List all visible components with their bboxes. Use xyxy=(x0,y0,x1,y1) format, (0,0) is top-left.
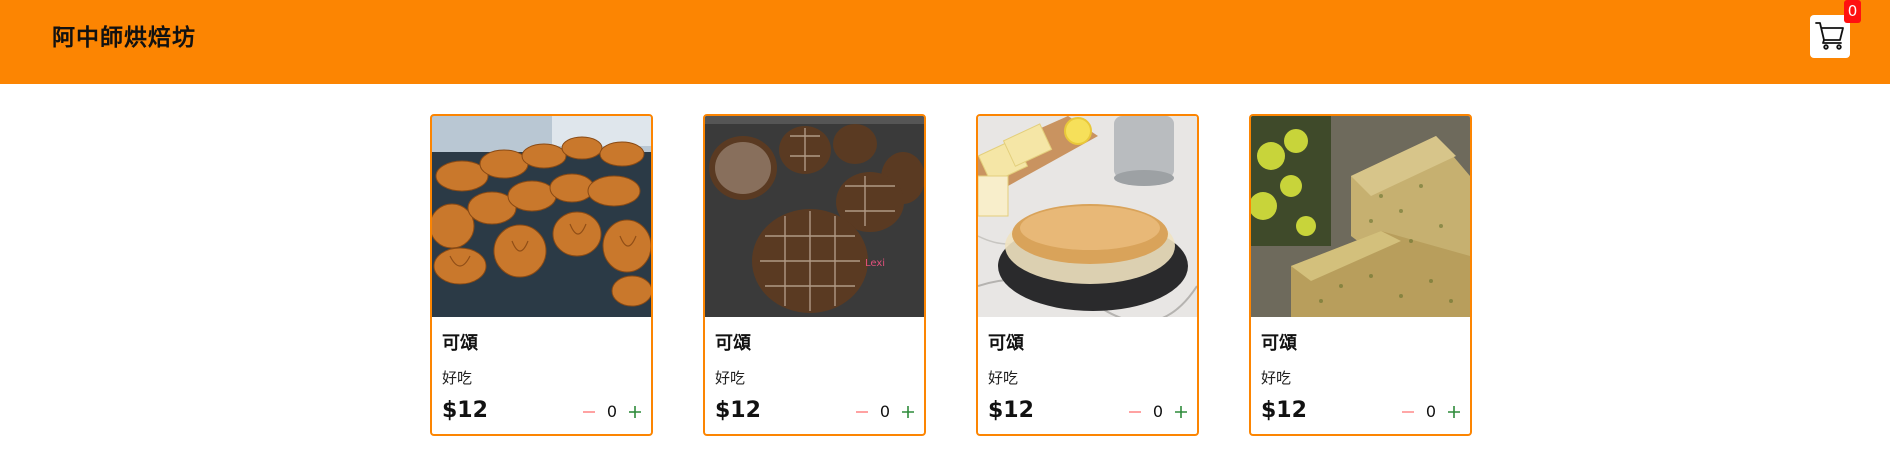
product-price: $12 xyxy=(988,398,1034,423)
product-description: 好吃 xyxy=(988,369,1019,387)
product-name: 可頌 xyxy=(988,333,1024,354)
herb-cake-photo xyxy=(1251,116,1470,317)
product-description: 好吃 xyxy=(715,369,746,387)
cart-icon xyxy=(1814,19,1846,55)
quantity-stepper: 0 xyxy=(581,400,643,424)
quantity-value: 0 xyxy=(606,402,617,421)
quantity-stepper: 0 xyxy=(1400,400,1462,424)
svg-text:Lexi: Lexi xyxy=(865,258,885,269)
product-description: 好吃 xyxy=(1261,369,1292,387)
minus-icon[interactable] xyxy=(1127,404,1143,420)
cheesecake-photo xyxy=(978,116,1197,317)
cart-count-badge: 0 xyxy=(1844,0,1861,23)
plus-icon[interactable] xyxy=(900,404,916,420)
minus-icon[interactable] xyxy=(854,404,870,420)
product-card: 可頌 好吃 $12 0 xyxy=(976,114,1199,436)
plus-icon[interactable] xyxy=(1446,404,1462,420)
melon-bread-photo: Lexi xyxy=(705,116,924,317)
plus-icon[interactable] xyxy=(1173,404,1189,420)
brand-title[interactable]: 阿中師烘焙坊 xyxy=(52,23,196,53)
quantity-value: 0 xyxy=(1425,402,1436,421)
product-list: 可頌 好吃 $12 0 Lexi 可頌 好吃 $12 0 可頌 好吃 $12 0… xyxy=(430,114,1472,436)
croissants-photo xyxy=(432,116,651,317)
product-description: 好吃 xyxy=(442,369,473,387)
product-card: Lexi 可頌 好吃 $12 0 xyxy=(703,114,926,436)
navbar: 阿中師烘焙坊 0 xyxy=(0,0,1890,84)
product-name: 可頌 xyxy=(715,333,751,354)
product-card: 可頌 好吃 $12 0 xyxy=(430,114,653,436)
quantity-value: 0 xyxy=(879,402,890,421)
product-price: $12 xyxy=(442,398,488,423)
quantity-stepper: 0 xyxy=(854,400,916,424)
quantity-value: 0 xyxy=(1152,402,1163,421)
product-price: $12 xyxy=(715,398,761,423)
product-price: $12 xyxy=(1261,398,1307,423)
minus-icon[interactable] xyxy=(581,404,597,420)
plus-icon[interactable] xyxy=(627,404,643,420)
minus-icon[interactable] xyxy=(1400,404,1416,420)
product-name: 可頌 xyxy=(442,333,478,354)
product-card: 可頌 好吃 $12 0 xyxy=(1249,114,1472,436)
quantity-stepper: 0 xyxy=(1127,400,1189,424)
product-name: 可頌 xyxy=(1261,333,1297,354)
